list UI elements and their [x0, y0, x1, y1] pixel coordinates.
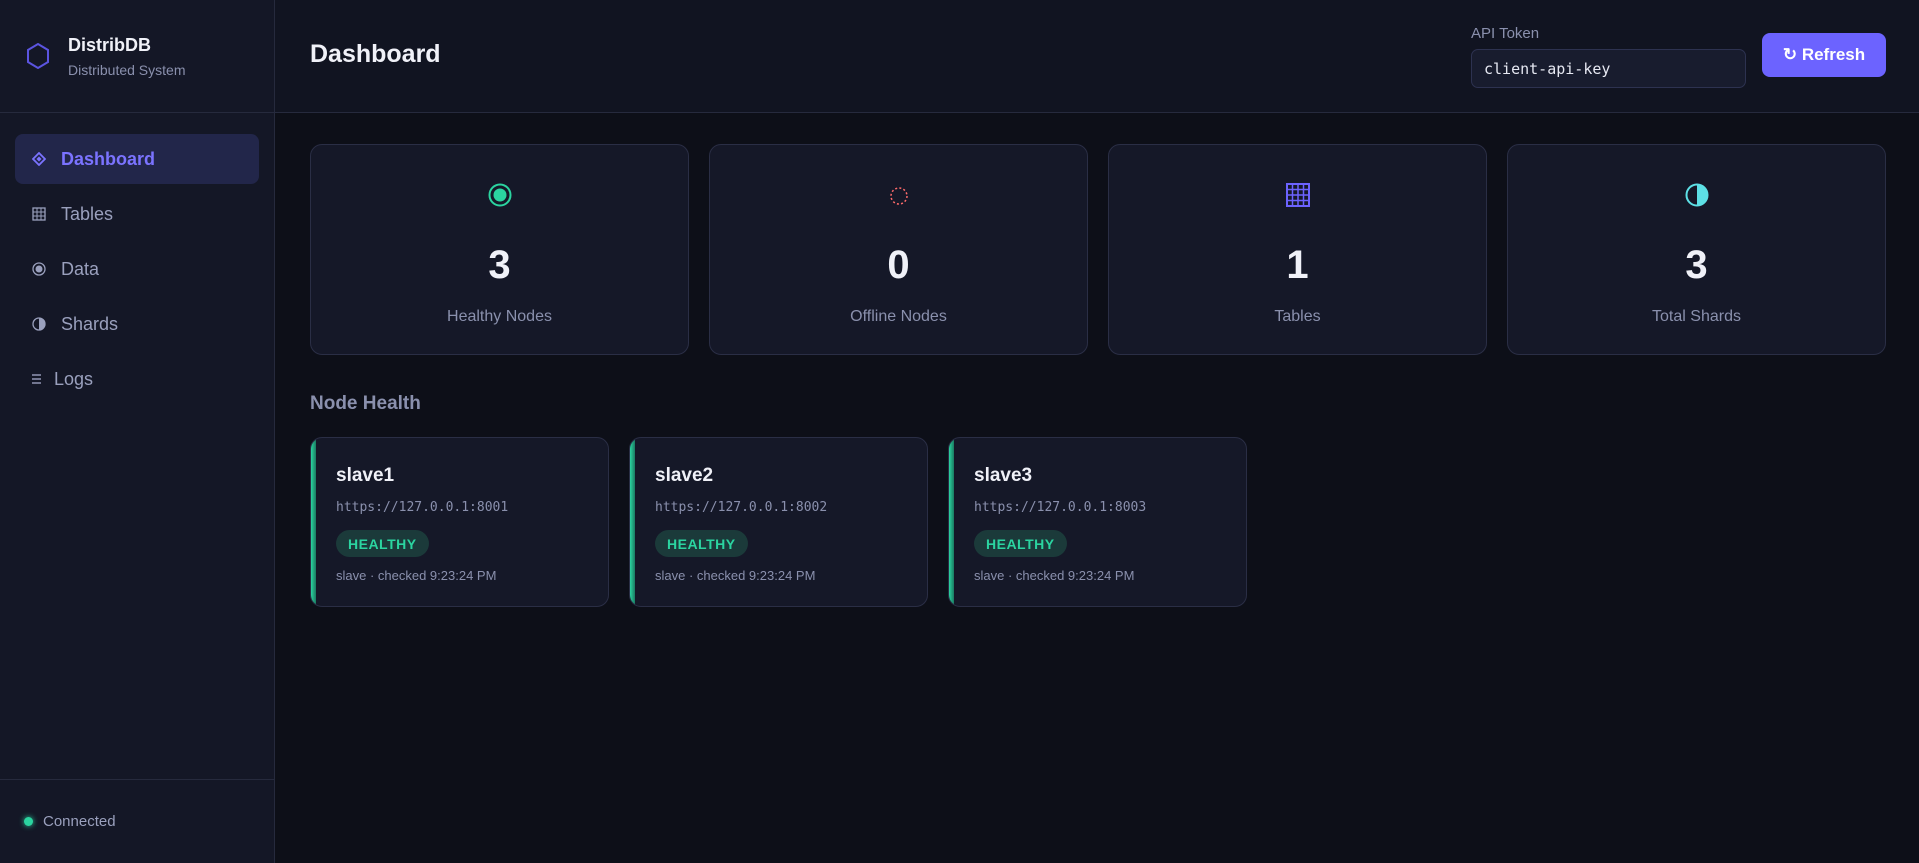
- node-status-accent: [949, 438, 954, 606]
- status-badge: HEALTHY: [336, 530, 429, 557]
- node-meta: slave · checked 9:23:24 PM: [655, 568, 816, 583]
- sidebar-item-label: Logs: [54, 368, 94, 389]
- sidebar-item-dashboard[interactable]: Dashboard: [15, 134, 259, 184]
- node-card-slave3[interactable]: slave3 https://127.0.0.1:8003 HEALTHY sl…: [948, 437, 1247, 607]
- stat-value: 3: [488, 243, 511, 287]
- stat-label: Tables: [1274, 308, 1321, 325]
- node-card-slave2[interactable]: slave2 https://127.0.0.1:8002 HEALTHY sl…: [629, 437, 928, 607]
- node-url: https://127.0.0.1:8001: [336, 500, 509, 515]
- sidebar-item-data[interactable]: Data: [15, 244, 259, 294]
- node-health-title: Node Health: [310, 393, 421, 414]
- stat-label: Total Shards: [1652, 308, 1741, 325]
- sidebar-item-label: Shards: [61, 313, 119, 334]
- node-name: slave2: [655, 465, 714, 486]
- connection-status-label: Connected: [43, 813, 116, 830]
- node-meta: slave · checked 9:23:24 PM: [974, 568, 1135, 583]
- diamond-icon: [31, 151, 47, 167]
- status-badge: HEALTHY: [655, 530, 748, 557]
- dotted-circle-icon: [710, 183, 1087, 207]
- brand-subtitle: Distributed System: [68, 61, 186, 78]
- grid-icon: [31, 206, 47, 222]
- target-icon: [311, 183, 688, 207]
- status-dot-icon: [24, 817, 33, 826]
- sidebar-item-label: Tables: [61, 203, 114, 224]
- sidebar-item-label: Data: [61, 258, 100, 279]
- stat-value: 0: [887, 243, 910, 287]
- half-circle-icon: [1508, 183, 1885, 207]
- stat-card-total-shards: 3 Total Shards: [1507, 144, 1886, 355]
- node-status-accent: [630, 438, 635, 606]
- status-badge: HEALTHY: [974, 530, 1067, 557]
- sidebar-item-shards[interactable]: Shards: [15, 299, 259, 349]
- hexagon-icon: [26, 43, 50, 69]
- connection-status: Connected: [0, 779, 274, 863]
- half-circle-icon: [31, 316, 47, 332]
- page-title: Dashboard: [310, 40, 441, 68]
- grid-icon: [1109, 183, 1486, 207]
- target-icon: [31, 261, 47, 277]
- header: Dashboard API Token ↻ Refresh: [275, 0, 1919, 113]
- stat-card-offline-nodes: 0 Offline Nodes: [709, 144, 1088, 355]
- node-name: slave1: [336, 465, 395, 486]
- stat-card-healthy-nodes: 3 Healthy Nodes: [310, 144, 689, 355]
- sidebar-nav: Dashboard Tables Data Shards Logs: [0, 113, 274, 404]
- brand-title: DistribDB: [68, 34, 152, 55]
- refresh-button[interactable]: ↻ Refresh: [1762, 33, 1886, 77]
- api-token-input[interactable]: [1471, 49, 1746, 88]
- stat-label: Healthy Nodes: [447, 308, 552, 325]
- sidebar-item-tables[interactable]: Tables: [15, 189, 259, 239]
- node-status-accent: [311, 438, 316, 606]
- stat-card-tables: 1 Tables: [1108, 144, 1487, 355]
- node-meta: slave · checked 9:23:24 PM: [336, 568, 497, 583]
- stat-label: Offline Nodes: [850, 308, 947, 325]
- sidebar-item-logs[interactable]: Logs: [15, 354, 259, 404]
- node-name: slave3: [974, 465, 1033, 486]
- brand: DistribDB Distributed System: [0, 0, 274, 113]
- sidebar-item-label: Dashboard: [61, 148, 156, 169]
- stat-value: 3: [1685, 243, 1708, 287]
- node-card-slave1[interactable]: slave1 https://127.0.0.1:8001 HEALTHY sl…: [310, 437, 609, 607]
- list-icon: [31, 371, 42, 387]
- stat-value: 1: [1286, 243, 1309, 287]
- node-url: https://127.0.0.1:8002: [655, 500, 828, 515]
- api-token-label: API Token: [1471, 25, 1540, 42]
- node-url: https://127.0.0.1:8003: [974, 500, 1147, 515]
- sidebar: DistribDB Distributed System Dashboard T…: [0, 0, 275, 863]
